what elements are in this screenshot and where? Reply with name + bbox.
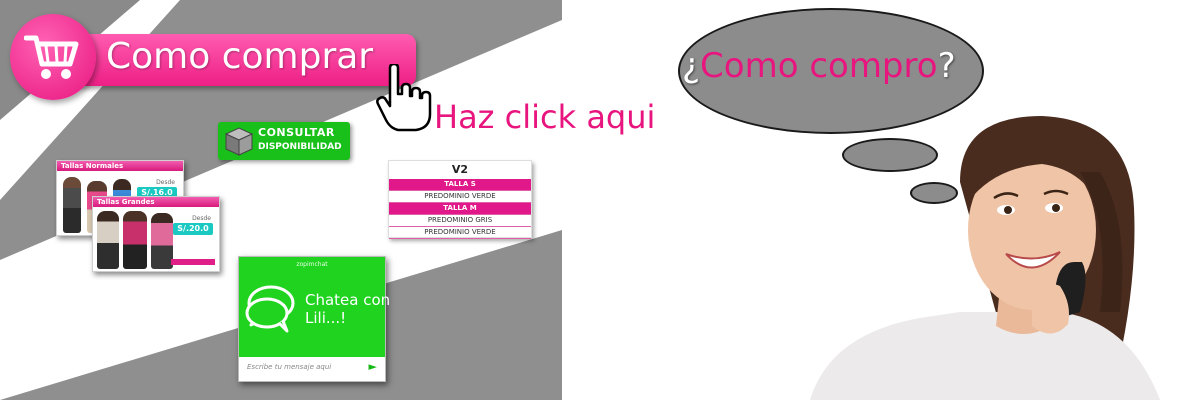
price-badge: S/.20.0	[173, 223, 213, 235]
chat-title-line2: Lili...!	[305, 309, 347, 327]
cart-badge[interactable]	[10, 14, 96, 100]
size-row: TALLA S	[389, 179, 531, 191]
haz-click-aqui-text[interactable]: Haz click aqui	[434, 98, 655, 136]
thought-text: ¿Como compro?	[682, 46, 956, 86]
desde-label: Desde	[192, 215, 211, 222]
chat-widget[interactable]: zopimchat Chatea con Lili...! Escribe tu…	[238, 256, 390, 382]
color-row: PREDOMINIO GRIS	[389, 215, 531, 227]
como-comprar-button[interactable]: Como comprar	[10, 14, 416, 100]
size-table: V2 TALLA S PREDOMINIO VERDE TALLA M PRED…	[388, 160, 532, 239]
disponibilidad-label: DISPONIBILIDAD	[258, 142, 342, 152]
model-image	[151, 213, 173, 269]
tallas-grandes-card[interactable]: Tallas Grandes Desde S/.20.0	[92, 196, 220, 272]
close-question-mark: ?	[937, 46, 956, 86]
model-image	[97, 211, 119, 269]
card-title: Tallas Grandes	[93, 197, 219, 207]
chat-title-line1: Chatea con	[305, 291, 391, 309]
size-row: TALLA M	[389, 203, 531, 215]
chat-bubbles-icon	[245, 285, 295, 333]
woman-on-phone-image	[810, 116, 1160, 400]
size-table-title: V2	[451, 163, 469, 176]
send-arrow-icon[interactable]: ►	[369, 360, 377, 373]
consultar-disponibilidad-button[interactable]: CONSULTAR DISPONIBILIDAD	[218, 122, 350, 160]
chat-brand: zopimchat	[296, 261, 328, 268]
color-row: PREDOMINIO VERDE	[389, 191, 531, 203]
model-image	[63, 177, 81, 233]
box-icon	[224, 127, 254, 156]
hand-pointer-icon	[376, 64, 432, 132]
open-question-mark: ¿	[682, 46, 701, 86]
color-row: PREDOMINIO VERDE	[389, 227, 531, 239]
consultar-label: CONSULTAR	[258, 126, 335, 139]
model-image	[123, 211, 147, 269]
shopping-cart-icon	[24, 35, 79, 79]
chat-message-input[interactable]: Escribe tu mensaje aqui	[247, 363, 331, 371]
card-accent-strip	[171, 259, 215, 265]
chat-header[interactable]: zopimchat Chatea con Lili...!	[239, 257, 390, 357]
banner: Como comprar Haz click aqui CONSULTAR DI…	[0, 0, 1200, 400]
como-comprar-label: Como comprar	[106, 36, 374, 77]
card-title: Tallas Normales	[57, 161, 183, 171]
desde-label: Desde	[156, 179, 175, 186]
chat-title: Chatea con Lili...!	[305, 291, 390, 327]
como-compro-text: Como compro	[700, 46, 938, 86]
